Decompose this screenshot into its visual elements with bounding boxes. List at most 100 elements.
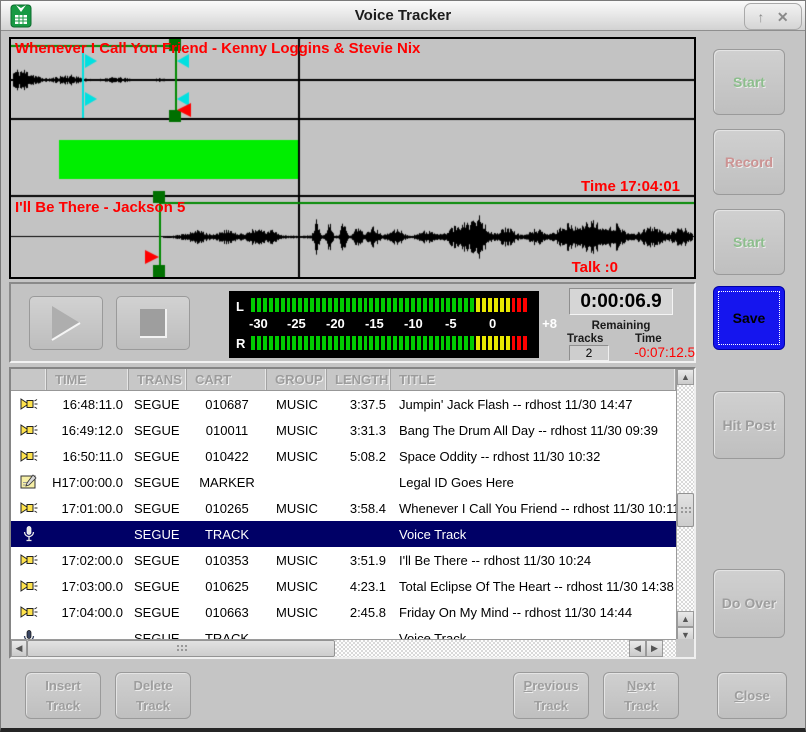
log-cell-time: 16:48:11.0 — [47, 397, 129, 412]
button-label: Track — [534, 696, 568, 716]
button-label: Record — [725, 152, 773, 173]
log-cell-cart: 010687 — [187, 397, 267, 412]
log-row[interactable]: 16:50:11.0SEGUE010422MUSIC5:08.2Space Od… — [11, 443, 676, 469]
stop-button[interactable] — [116, 296, 190, 350]
scroll-up-button-2[interactable]: ▲ — [677, 611, 694, 627]
column-header-group[interactable]: GROUP — [267, 369, 327, 390]
log-table: TIMETRANSCARTGROUPLENGTHTITLE 16:48:11.0… — [9, 367, 696, 659]
button-label: Hit Post — [723, 415, 776, 436]
button-label: Start — [733, 232, 765, 253]
scroll-left-button[interactable]: ◀ — [11, 640, 27, 657]
log-rows: 16:48:11.0SEGUE010687MUSIC3:37.5Jumpin' … — [11, 391, 676, 641]
shade-window-icon[interactable]: ↑ — [757, 10, 764, 24]
log-row[interactable]: 16:48:11.0SEGUE010687MUSIC3:37.5Jumpin' … — [11, 391, 676, 417]
hit-post-button[interactable]: Hit Post — [713, 391, 785, 459]
column-header-trans[interactable]: TRANS — [129, 369, 187, 390]
hscroll-thumb[interactable] — [27, 640, 335, 657]
log-cell-icon — [11, 604, 47, 620]
meter-right-bar — [251, 336, 527, 350]
meter-segment — [352, 298, 356, 312]
log-cell-icon — [11, 396, 47, 412]
meter-segment — [346, 298, 350, 312]
meter-segment — [405, 336, 409, 350]
log-cell-cart: 010353 — [187, 553, 267, 568]
meter-segment — [304, 298, 308, 312]
log-row[interactable]: 17:02:00.0SEGUE010353MUSIC3:51.9I'll Be … — [11, 547, 676, 573]
log-cell-trans: SEGUE — [129, 553, 187, 568]
vu-meter: L -30-25-20-15-10-50+8 R — [229, 291, 539, 358]
meter-segment — [411, 336, 415, 350]
column-header-title[interactable]: TITLE — [391, 369, 676, 390]
start-top-button[interactable]: Start — [713, 49, 785, 115]
meter-segment — [506, 336, 510, 350]
record-button[interactable]: Record — [713, 129, 785, 195]
meter-segment — [464, 336, 468, 350]
meter-segment — [494, 298, 498, 312]
previous-track-button[interactable]: PreviousTrack — [513, 672, 589, 719]
log-cell-title: Total Eclipse Of The Heart -- rdhost 11/… — [391, 579, 676, 594]
log-cell-group: MUSIC — [267, 605, 327, 620]
meter-segment — [488, 336, 492, 350]
log-cell-icon — [11, 500, 47, 516]
log-row[interactable]: 17:01:00.0SEGUE010265MUSIC3:58.4Whenever… — [11, 495, 676, 521]
close-window-icon[interactable]: ✕ — [777, 10, 789, 24]
vscroll-thumb[interactable] — [677, 493, 694, 527]
start-bottom-button[interactable]: Start — [713, 209, 785, 275]
meter-segment — [512, 336, 516, 350]
scroll-up-button[interactable]: ▲ — [677, 369, 694, 385]
log-cell-cart: TRACK — [187, 527, 267, 542]
track-editor[interactable]: Whenever I Call You Friend - Kenny Loggi… — [9, 37, 696, 279]
delete-track-button[interactable]: DeleteTrack — [115, 672, 191, 719]
meter-left-label: L — [236, 299, 244, 314]
log-row[interactable]: 17:04:00.0SEGUE010663MUSIC2:45.8Friday O… — [11, 599, 676, 625]
meter-segment — [328, 336, 332, 350]
horizontal-scrollbar[interactable]: ◀ ◀ ▶ — [11, 639, 680, 657]
meter-segment — [328, 298, 332, 312]
log-cell-length: 3:58.4 — [327, 501, 391, 516]
cut2-title: I'll Be There - Jackson 5 — [15, 199, 185, 216]
scroll-left-button-2[interactable]: ◀ — [629, 640, 646, 657]
play-button[interactable] — [29, 296, 103, 350]
meter-scale-tick: -10 — [404, 316, 423, 331]
time-label: Time 17:04:01 — [581, 178, 680, 195]
meter-segment — [523, 298, 527, 312]
column-header-cart[interactable]: CART — [187, 369, 267, 390]
meter-segment — [411, 298, 415, 312]
log-row[interactable]: H17:00:00.0SEGUEMARKERLegal ID Goes Here — [11, 469, 676, 495]
do-over-button[interactable]: Do Over — [713, 569, 785, 638]
log-row[interactable]: 16:49:12.0SEGUE010011MUSIC3:31.3Bang The… — [11, 417, 676, 443]
meter-segment — [381, 336, 385, 350]
vertical-scrollbar[interactable]: ▲ ▲ ▼ — [676, 369, 694, 643]
close-button[interactable]: Close — [717, 672, 787, 719]
speaker-icon — [20, 500, 38, 516]
log-row[interactable]: 17:03:00.0SEGUE010625MUSIC4:23.1Total Ec… — [11, 573, 676, 599]
meter-segment — [352, 336, 356, 350]
log-cell-icon — [11, 526, 47, 543]
scroll-right-button[interactable]: ▶ — [646, 640, 663, 657]
meter-segment — [452, 336, 456, 350]
log-cell-group: MUSIC — [267, 501, 327, 516]
column-header-time[interactable]: TIME — [47, 369, 129, 390]
waveform-display[interactable] — [11, 39, 694, 277]
button-label: Previous — [524, 676, 579, 696]
remaining-time-label: Time — [635, 333, 662, 345]
meter-segment — [358, 298, 362, 312]
meter-segment — [476, 336, 480, 350]
button-label: Track — [46, 696, 80, 716]
log-cell-length: 3:31.3 — [327, 423, 391, 438]
log-cell-cart: 010422 — [187, 449, 267, 464]
insert-track-button[interactable]: InsertTrack — [25, 672, 101, 719]
log-row-selected[interactable]: SEGUETRACKVoice Track — [11, 521, 676, 547]
column-header-length[interactable]: LENGTH — [327, 369, 391, 390]
elapsed-time-display: 0:00:06.9 — [569, 288, 673, 315]
meter-scale-tick: -30 — [249, 316, 268, 331]
next-track-button[interactable]: NextTrack — [603, 672, 679, 719]
column-header-icon[interactable] — [11, 369, 47, 390]
meter-scale-tick: -25 — [287, 316, 306, 331]
meter-segment — [375, 336, 379, 350]
meter-segment — [346, 336, 350, 350]
save-button[interactable]: Save — [713, 286, 785, 350]
cut1-title: Whenever I Call You Friend - Kenny Loggi… — [15, 40, 420, 57]
speaker-icon — [20, 448, 38, 464]
titlebar[interactable]: Voice Tracker ↑ ✕ — [1, 1, 805, 31]
